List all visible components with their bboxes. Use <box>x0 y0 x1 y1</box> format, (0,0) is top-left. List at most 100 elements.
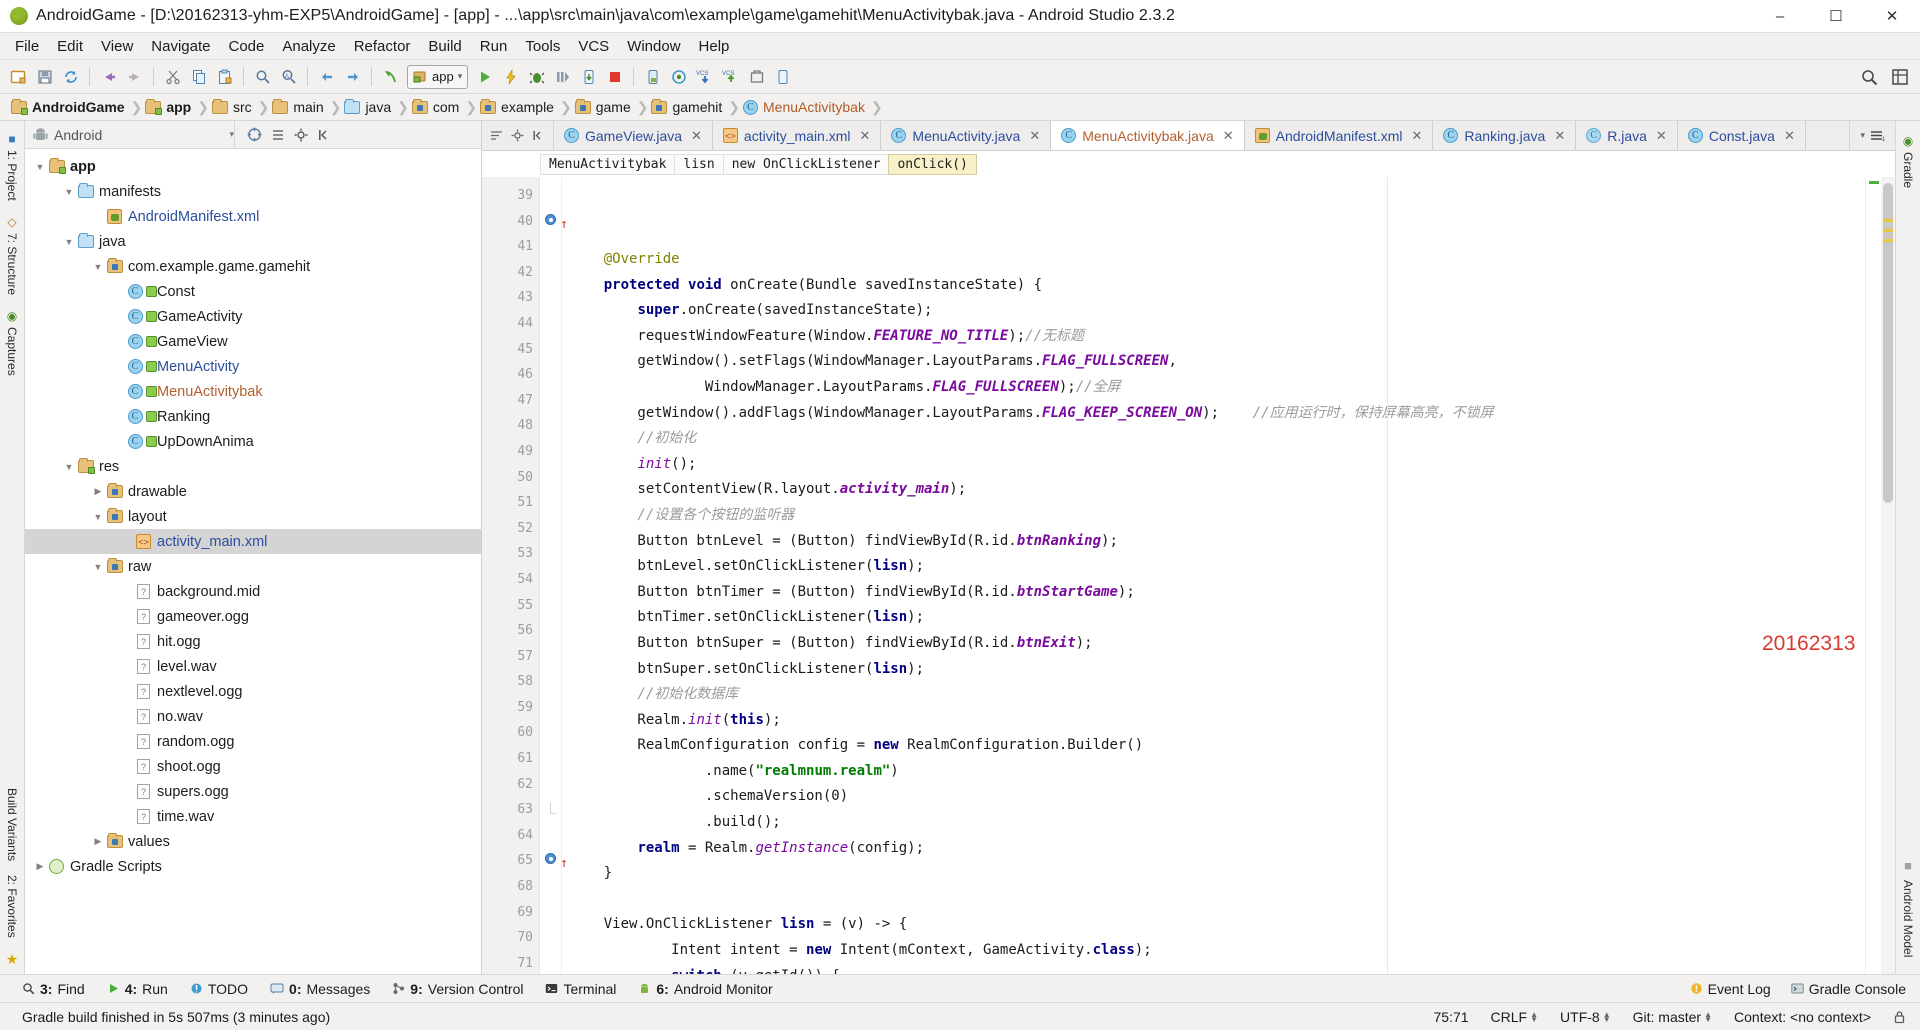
fold-marker[interactable] <box>540 234 561 260</box>
code-line[interactable]: @Override <box>562 247 1865 273</box>
tree-node[interactable]: ?nextlevel.ogg <box>25 679 481 704</box>
tree-expand-arrow-icon[interactable]: ▶ <box>33 861 47 872</box>
code-line[interactable]: RealmConfiguration config = new RealmCon… <box>562 733 1865 759</box>
close-icon[interactable]: ✕ <box>860 128 871 144</box>
tree-expand-arrow-icon[interactable]: ▼ <box>91 512 105 522</box>
save-all-icon[interactable] <box>32 64 57 89</box>
fold-marker[interactable] <box>540 874 561 900</box>
code-line[interactable]: setContentView(R.layout.activity_main); <box>562 477 1865 503</box>
hide-panel-icon[interactable] <box>317 128 331 142</box>
toolwindow-android-monitor[interactable]: 6: Android Monitor <box>638 981 772 997</box>
tree-expand-arrow-icon[interactable]: ▶ <box>91 486 105 497</box>
warning-marker[interactable] <box>1883 219 1893 222</box>
code-line[interactable]: Intent intent = new Intent(mContext, Gam… <box>562 938 1865 964</box>
menu-view[interactable]: View <box>92 36 142 57</box>
sdk-manager-icon[interactable] <box>666 64 691 89</box>
layout-inspector-icon[interactable] <box>1887 64 1912 89</box>
paste-icon[interactable] <box>212 64 237 89</box>
tree-node[interactable]: ▼manifests <box>25 179 481 204</box>
code-line[interactable]: super.onCreate(savedInstanceState); <box>562 298 1865 324</box>
fold-marker[interactable] <box>540 490 561 516</box>
code-line[interactable]: WindowManager.LayoutParams.FLAG_FULLSCRE… <box>562 375 1865 401</box>
tree-node[interactable]: CConst <box>25 279 481 304</box>
code-line[interactable]: btnLevel.setOnClickListener(lisn); <box>562 554 1865 580</box>
menu-analyze[interactable]: Analyze <box>273 36 344 57</box>
code-line[interactable]: View.OnClickListener lisn = (v) -> { <box>562 912 1865 938</box>
tree-expand-arrow-icon[interactable]: ▼ <box>62 187 76 197</box>
code-line[interactable]: realm = Realm.getInstance(config); <box>562 836 1865 862</box>
tree-node[interactable]: ▼layout <box>25 504 481 529</box>
file-encoding[interactable]: UTF-8 ▲▼ <box>1560 1009 1611 1025</box>
rail-item-gradle[interactable]: ◉ Gradle <box>1901 127 1915 195</box>
fold-marker[interactable] <box>540 925 561 951</box>
error-stripe-markers[interactable] <box>1865 177 1881 974</box>
fold-marker[interactable] <box>540 644 561 670</box>
member-breadcrumb-item[interactable]: MenuActivitybak <box>540 154 675 175</box>
tree-node[interactable]: ▼com.example.game.gamehit <box>25 254 481 279</box>
project-settings-gear-icon[interactable] <box>294 128 308 142</box>
code-line[interactable]: switch (v.getId()) { <box>562 964 1865 974</box>
tree-node[interactable]: CMenuActivity <box>25 354 481 379</box>
toolwindow-event-log[interactable]: Event Log <box>1690 981 1771 997</box>
code-line[interactable]: getWindow().addFlags(WindowManager.Layou… <box>562 401 1865 427</box>
breadcrumb-example[interactable]: example <box>477 99 560 115</box>
close-icon[interactable]: ✕ <box>1656 128 1667 144</box>
line-separator[interactable]: CRLF ▲▼ <box>1491 1009 1538 1025</box>
editor-vertical-scrollbar[interactable] <box>1881 177 1895 974</box>
tree-node[interactable]: ▶values <box>25 829 481 854</box>
code-line[interactable]: } <box>562 861 1865 887</box>
tree-node[interactable]: ?level.wav <box>25 654 481 679</box>
fold-marker[interactable] <box>540 772 561 798</box>
editor-tab[interactable]: CConst.java✕ <box>1678 121 1806 150</box>
fold-marker[interactable] <box>540 669 561 695</box>
close-icon[interactable]: ✕ <box>1554 128 1565 144</box>
context-indicator[interactable]: Context: <no context> <box>1734 1009 1871 1025</box>
copy-icon[interactable] <box>186 64 211 89</box>
fold-marker[interactable] <box>540 183 561 209</box>
find-icon[interactable] <box>250 64 275 89</box>
tree-node[interactable]: <>activity_main.xml <box>25 529 481 554</box>
sync-project-icon[interactable] <box>58 64 83 89</box>
tree-node[interactable]: ▶drawable <box>25 479 481 504</box>
editor-tab[interactable]: AndroidManifest.xml✕ <box>1245 121 1434 150</box>
tree-node[interactable]: ?random.ogg <box>25 729 481 754</box>
breadcrumb-src[interactable]: src <box>209 99 258 115</box>
tree-node[interactable]: CGameView <box>25 329 481 354</box>
code-line[interactable]: getWindow().setFlags(WindowManager.Layou… <box>562 349 1865 375</box>
tree-expand-arrow-icon[interactable]: ▼ <box>33 162 47 172</box>
code-line[interactable]: Realm.init(this); <box>562 708 1865 734</box>
editor-tabs[interactable]: CGameView.java✕<>activity_main.xml✕CMenu… <box>554 121 1806 150</box>
close-button[interactable]: ✕ <box>1864 0 1920 33</box>
fold-marker[interactable] <box>540 900 561 926</box>
fold-marker[interactable] <box>540 951 561 974</box>
editor-tab[interactable]: CR.java✕ <box>1576 121 1678 150</box>
close-icon[interactable]: ✕ <box>1411 128 1422 144</box>
menu-help[interactable]: Help <box>690 36 739 57</box>
minimize-button[interactable]: – <box>1752 0 1808 33</box>
menu-window[interactable]: Window <box>618 36 689 57</box>
fold-marker[interactable] <box>540 695 561 721</box>
tree-node[interactable]: ?supers.ogg <box>25 779 481 804</box>
breadcrumb-app[interactable]: app <box>142 99 197 115</box>
menu-navigate[interactable]: Navigate <box>142 36 219 57</box>
vcs-commit-icon[interactable]: VCS <box>718 64 743 89</box>
tree-expand-arrow-icon[interactable]: ▼ <box>91 562 105 572</box>
undo-icon[interactable] <box>96 64 121 89</box>
tree-node[interactable]: ?no.wav <box>25 704 481 729</box>
fold-marker[interactable] <box>540 567 561 593</box>
code-line[interactable]: Button btnTimer = (Button) findViewById(… <box>562 580 1865 606</box>
rail-item-captures[interactable]: ◉ Captures <box>5 302 19 383</box>
cut-icon[interactable] <box>160 64 185 89</box>
toolwindow-todo[interactable]: TODO <box>190 981 248 997</box>
debug-icon[interactable] <box>524 64 549 89</box>
fold-marker[interactable] <box>540 465 561 491</box>
fold-marker[interactable] <box>540 516 561 542</box>
back-icon[interactable] <box>314 64 339 89</box>
stop-icon[interactable] <box>602 64 627 89</box>
code-line[interactable]: btnTimer.setOnClickListener(lisn); <box>562 605 1865 631</box>
apply-changes-icon[interactable] <box>498 64 523 89</box>
tree-node[interactable]: ▼app <box>25 154 481 179</box>
member-breadcrumb-item[interactable]: new OnClickListener <box>723 154 890 175</box>
member-breadcrumb-item[interactable]: onClick() <box>888 154 976 175</box>
step-icon[interactable] <box>550 64 575 89</box>
